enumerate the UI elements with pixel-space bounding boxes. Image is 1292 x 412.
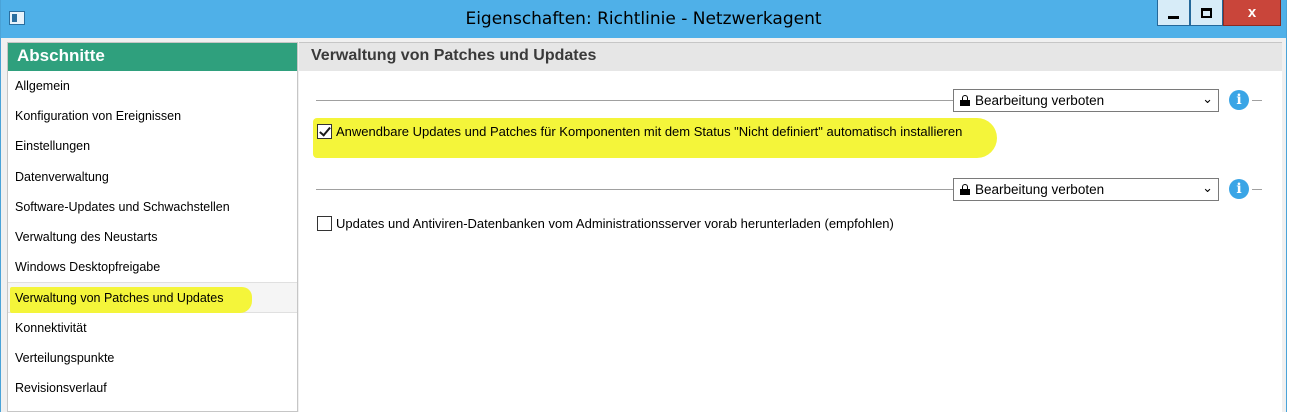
auto-install-label: Anwendbare Updates und Patches für Kompo… — [336, 124, 963, 139]
group-divider-end — [1252, 189, 1262, 190]
auto-install-checkbox[interactable] — [317, 124, 332, 139]
sidebar-item-neustart[interactable]: Verwaltung des Neustarts — [8, 222, 297, 252]
maximize-icon — [1201, 7, 1212, 18]
properties-window: Eigenschaften: Richtlinie - Netzwerkagen… — [0, 0, 1287, 412]
lock-icon — [960, 184, 970, 195]
lock-state-select[interactable]: Bearbeitung verboten ⌄ — [953, 178, 1219, 201]
sidebar-item-label: Konfiguration von Ereignissen — [15, 109, 182, 124]
sidebar-item-label: Konnektivität — [15, 320, 87, 335]
close-button[interactable]: x — [1223, 0, 1281, 26]
group-divider — [316, 100, 953, 101]
sidebar-item-label: Windows Desktopfreigabe — [15, 260, 161, 275]
chevron-down-icon: ⌄ — [1202, 180, 1213, 195]
sidebar-item-label: Verwaltung des Neustarts — [15, 229, 158, 244]
lock-state-value: Bearbeitung verboten — [975, 93, 1105, 108]
info-icon[interactable]: i — [1229, 179, 1249, 199]
sidebar-item-label: Einstellungen — [15, 139, 91, 154]
sidebar-item-label: Allgemein — [15, 79, 70, 93]
sidebar-item-ereignisse[interactable]: Konfiguration von Ereignissen — [8, 101, 297, 131]
group-divider-end — [1252, 100, 1262, 101]
sidebar-item-label: Verteilungspunkte — [15, 350, 115, 365]
lock-state-select[interactable]: Bearbeitung verboten ⌄ — [953, 89, 1219, 112]
sidebar-item-revisionsverlauf[interactable]: Revisionsverlauf — [8, 373, 297, 403]
sidebar-item-konnektivitaet[interactable]: Konnektivität — [8, 313, 297, 343]
sidebar-item-verteilungspunkte[interactable]: Verteilungspunkte — [8, 343, 297, 373]
sidebar-item-label: Verwaltung von Patches und Updates — [15, 291, 224, 306]
predownload-option[interactable]: Updates und Antiviren-Datenbanken vom Ad… — [317, 216, 894, 231]
minimize-icon — [1168, 15, 1179, 19]
chevron-down-icon: ⌄ — [1202, 91, 1213, 106]
close-icon: x — [1247, 4, 1257, 21]
section-title: Verwaltung von Patches und Updates — [299, 43, 1282, 71]
sidebar-item-software-updates[interactable]: Software-Updates und Schwachstellen — [8, 192, 297, 222]
maximize-button[interactable] — [1190, 0, 1223, 26]
sidebar-item-datenverwaltung[interactable]: Datenverwaltung — [8, 162, 297, 192]
predownload-checkbox[interactable] — [317, 216, 332, 231]
sidebar-item-label: Revisionsverlauf — [15, 380, 107, 395]
window-title: Eigenschaften: Richtlinie - Netzwerkagen… — [465, 9, 822, 29]
sidebar-item-einstellungen[interactable]: Einstellungen — [8, 131, 297, 161]
group-divider — [316, 189, 953, 190]
sidebar-item-label: Datenverwaltung — [15, 169, 109, 184]
sidebar-item-patches-updates[interactable]: Verwaltung von Patches und Updates — [8, 282, 297, 314]
sidebar-item-allgemein[interactable]: Allgemein — [8, 71, 297, 101]
auto-install-option[interactable]: Anwendbare Updates und Patches für Kompo… — [317, 124, 962, 139]
lock-icon — [960, 95, 970, 106]
info-icon[interactable]: i — [1229, 90, 1249, 110]
sidebar-item-desktopfreigabe[interactable]: Windows Desktopfreigabe — [8, 252, 297, 282]
sidebar-item-label: Software-Updates und Schwachstellen — [15, 199, 230, 214]
predownload-label: Updates und Antiviren-Datenbanken vom Ad… — [336, 216, 894, 231]
lock-state-value: Bearbeitung verboten — [975, 182, 1105, 197]
sidebar-header: Abschnitte — [8, 43, 297, 71]
sections-sidebar: Abschnitte Allgemein Konfiguration von E… — [7, 42, 298, 412]
minimize-button[interactable] — [1157, 0, 1190, 26]
title-bar[interactable]: Eigenschaften: Richtlinie - Netzwerkagen… — [1, 0, 1286, 38]
